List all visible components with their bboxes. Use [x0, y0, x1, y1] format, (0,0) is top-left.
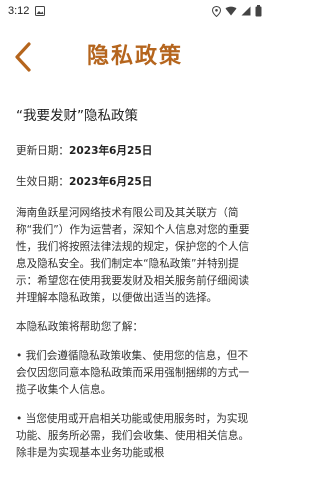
- bullet-item: • 当您使用或开启相关功能或使用服务时，为实现功能、服务所必需，我们会收集、使用…: [16, 413, 250, 459]
- status-bar: 3:12: [0, 0, 270, 22]
- document-title: “我要发财”隐私政策: [16, 108, 138, 124]
- battery-icon: [255, 5, 262, 17]
- signal-icon: [241, 6, 251, 16]
- page-title: 隐私政策: [86, 44, 183, 69]
- policy-content: “我要发财”隐私政策 更新日期：2023年6月25日 生效日期：2023年6月2…: [16, 108, 256, 474]
- update-date-row: 更新日期：2023年6月25日: [16, 143, 256, 160]
- help-heading: 本隐私政策将帮助您了解：: [16, 321, 144, 333]
- gallery-icon: [35, 6, 46, 16]
- status-time: 3:12: [8, 5, 30, 17]
- wifi-icon: [225, 6, 237, 16]
- intro-paragraph: 海南鱼跃星河网络技术有限公司及其关联方（简称“我们”）作为运营者，深知个人信息对…: [16, 207, 250, 304]
- app-header: 隐私政策: [0, 22, 270, 90]
- location-icon: [212, 5, 221, 17]
- effective-date-row: 生效日期：2023年6月25日: [16, 174, 256, 191]
- bullet-item: • 我们会遵循隐私政策收集、使用您的信息，但不会仅因您同意本隐私政策而采用强制捆…: [16, 350, 250, 396]
- effective-date-value: 2023年6月25日: [68, 176, 153, 188]
- effective-date-label: 生效日期：: [16, 176, 69, 188]
- update-date-label: 更新日期：: [16, 145, 69, 157]
- update-date-value: 2023年6月25日: [68, 145, 153, 157]
